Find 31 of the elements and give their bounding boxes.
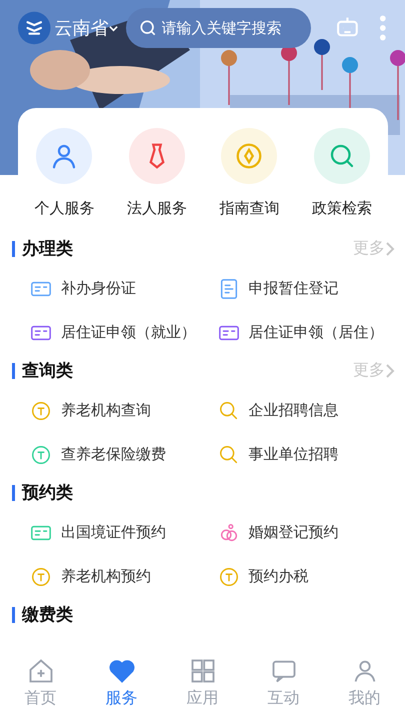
- service-item[interactable]: 预约办税: [218, 555, 405, 599]
- service-item[interactable]: 养老机构查询: [30, 389, 218, 433]
- house-icon: [26, 657, 54, 685]
- service-shortcut[interactable]: 政策检索: [296, 128, 388, 232]
- section-title: 办理类: [22, 238, 73, 260]
- chevron-right-icon: [385, 241, 395, 257]
- service-shortcut[interactable]: 指南查询: [203, 128, 296, 232]
- service-item[interactable]: 企业招聘信息: [218, 389, 405, 433]
- service-item[interactable]: 申报暂住登记: [218, 267, 405, 311]
- service-item[interactable]: 补办身份证: [30, 267, 218, 311]
- service-item[interactable]: 养老机构预约: [30, 555, 218, 599]
- more-icon[interactable]: [379, 14, 387, 42]
- service-shortcut[interactable]: 法人服务: [110, 128, 203, 232]
- grid-icon: [188, 657, 216, 685]
- service-item[interactable]: 事业单位招聘: [218, 433, 405, 477]
- section-title: 查询类: [22, 360, 73, 382]
- service-item[interactable]: 查养老保险缴费: [30, 433, 218, 477]
- section-title: 预约类: [22, 482, 73, 504]
- service-item[interactable]: 居住证申领（就业）: [30, 311, 218, 355]
- service-item[interactable]: 居住证申领（居住）: [218, 311, 405, 355]
- section-title: 缴费类: [22, 604, 73, 626]
- service-item[interactable]: 出国境证件预约: [30, 511, 218, 555]
- nav-tab[interactable]: 服务: [81, 648, 162, 720]
- chevron-right-icon: [385, 363, 395, 379]
- heart-icon: [108, 657, 136, 685]
- compass-icon: [234, 141, 264, 171]
- search-field[interactable]: 请输入关键字搜索: [126, 8, 310, 48]
- logo-icon: [18, 11, 50, 45]
- service-shortcut[interactable]: 个人服务: [18, 128, 110, 232]
- service-item[interactable]: 婚姻登记预约: [218, 511, 405, 555]
- chevron-down-icon: [108, 24, 118, 32]
